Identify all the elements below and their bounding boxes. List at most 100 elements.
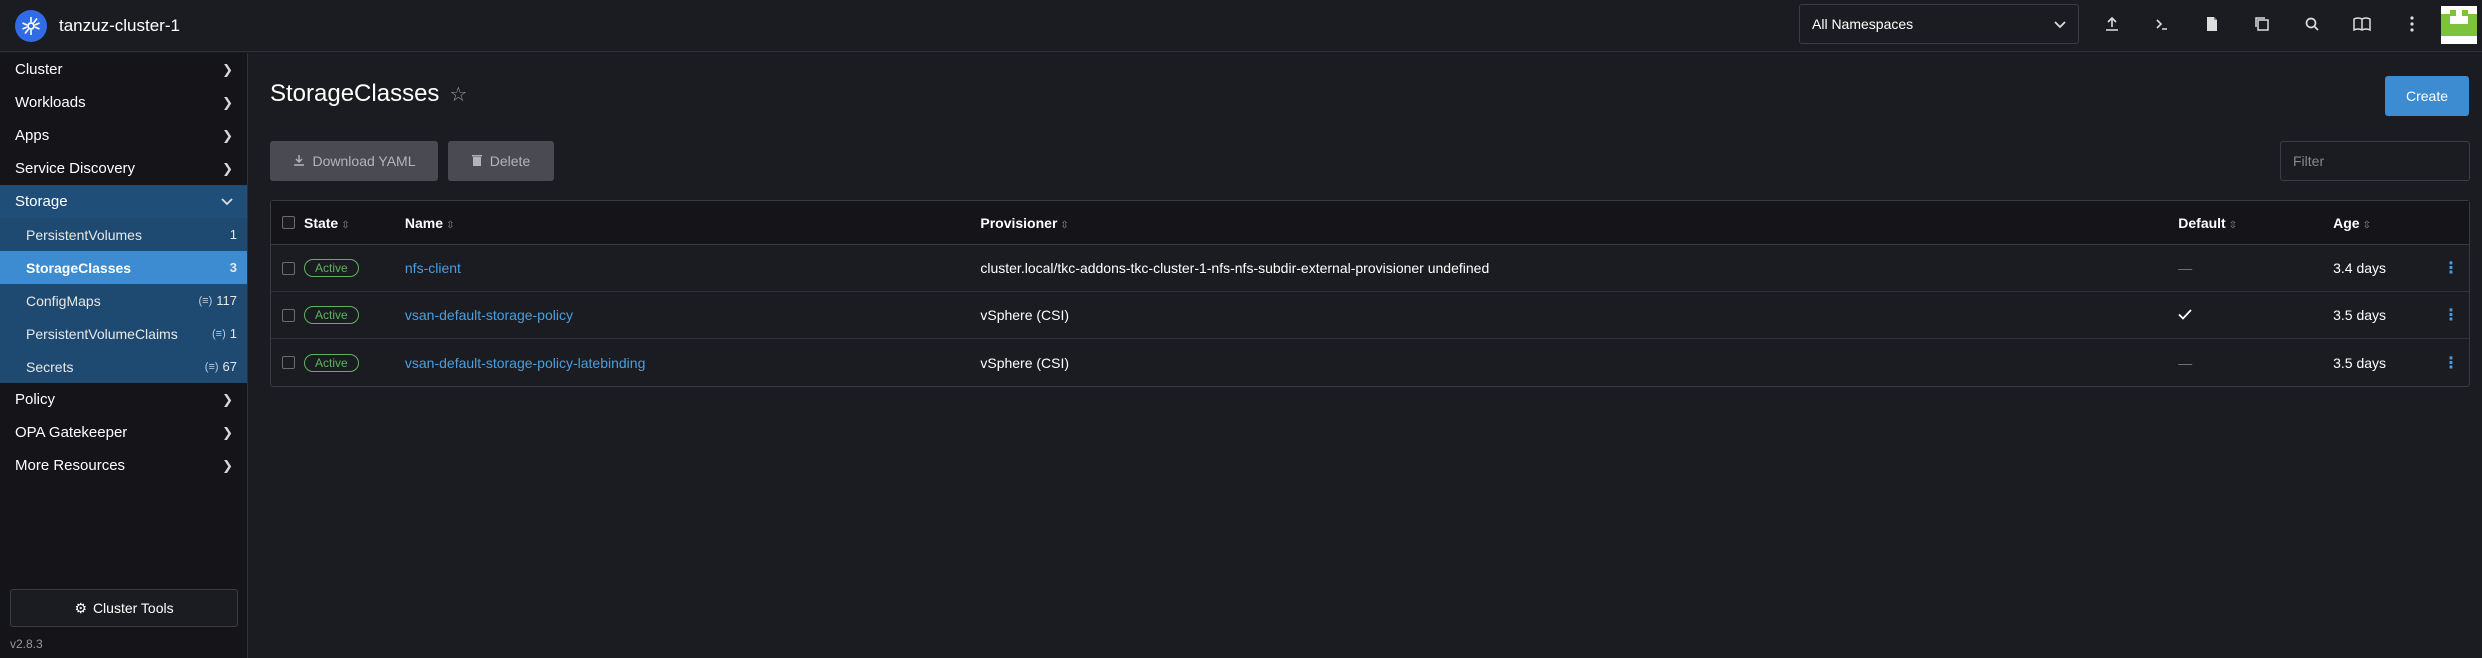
- sidebar-item-label: PersistentVolumes: [26, 226, 142, 243]
- star-icon[interactable]: ☆: [449, 82, 467, 107]
- page-title-text: StorageClasses: [270, 80, 440, 107]
- chevron-right-icon: ❯: [222, 424, 233, 440]
- sidebar-item-service-discovery[interactable]: Service Discovery ❯: [0, 152, 247, 185]
- sidebar-item-apps[interactable]: Apps ❯: [0, 119, 247, 152]
- download-yaml-button[interactable]: Download YAML: [270, 141, 438, 181]
- namespaced-icon: (≡): [204, 360, 219, 373]
- book-icon[interactable]: [2337, 4, 2387, 44]
- sidebar-item-storage[interactable]: Storage: [0, 185, 247, 218]
- sidebar: Cluster ❯ Workloads ❯ Apps ❯ Service Dis…: [0, 53, 248, 658]
- column-header-provisioner[interactable]: Provisioner ⇳: [980, 215, 2178, 231]
- chevron-down-icon: [2054, 16, 2066, 32]
- sidebar-item-label: OPA Gatekeeper: [15, 424, 128, 441]
- brand: tanzuz-cluster-1: [0, 9, 250, 42]
- upload-icon[interactable]: [2087, 4, 2137, 44]
- download-yaml-label: Download YAML: [312, 153, 416, 169]
- row-actions-cell: ⋮: [2433, 305, 2469, 325]
- name-cell: nfs-client: [405, 260, 980, 276]
- terminal-icon[interactable]: [2137, 4, 2187, 44]
- chevron-right-icon: ❯: [222, 457, 233, 473]
- checkmark-icon: [2178, 307, 2192, 323]
- delete-button[interactable]: Delete: [448, 141, 554, 181]
- chevron-right-icon: ❯: [222, 160, 233, 176]
- cluster-tools-button[interactable]: ⚙ Cluster Tools: [10, 589, 238, 627]
- row-checkbox[interactable]: [282, 356, 295, 369]
- sort-icon: ⇳: [1060, 219, 1069, 231]
- version-label: v2.8.3: [10, 637, 43, 651]
- provisioner-cell: vSphere (CSI): [980, 354, 1070, 371]
- sidebar-item-secrets[interactable]: Secrets (≡) 67: [0, 350, 247, 383]
- column-header-default[interactable]: Default ⇳: [2178, 215, 2333, 231]
- row-checkbox[interactable]: [282, 261, 295, 275]
- sidebar-item-label: More Resources: [15, 457, 126, 474]
- row-actions-cell: ⋮: [2433, 258, 2469, 278]
- default-cell: [2178, 307, 2333, 323]
- name-cell: vsan-default-storage-policy: [405, 307, 980, 323]
- more-vertical-icon[interactable]: ⋮: [2443, 305, 2459, 325]
- sidebar-item-policy[interactable]: Policy ❯: [0, 383, 247, 416]
- sidebar-item-label: Secrets: [26, 358, 74, 375]
- resource-link[interactable]: nfs-client: [405, 260, 461, 276]
- state-cell: Active: [303, 353, 405, 372]
- sidebar-item-label: Cluster: [15, 61, 63, 78]
- sidebar-item-label: StorageClasses: [26, 259, 132, 276]
- copy-config-icon[interactable]: [2237, 4, 2287, 44]
- header-icon-bar: [2087, 4, 2437, 44]
- select-all-checkbox[interactable]: [282, 216, 295, 229]
- cluster-tools-label: Cluster Tools: [92, 600, 174, 616]
- default-cell: —: [2178, 260, 2193, 276]
- sort-icon: ⇳: [2362, 219, 2371, 231]
- kubernetes-logo-icon[interactable]: [15, 9, 47, 42]
- table-row: Active vsan-default-storage-policy-lateb…: [271, 339, 2469, 386]
- sidebar-item-persistentvolumeclaims[interactable]: PersistentVolumeClaims (≡) 1: [0, 317, 247, 350]
- chevron-right-icon: ❯: [222, 61, 233, 77]
- select-all-cell: [271, 216, 304, 229]
- more-vertical-icon[interactable]: ⋮: [2443, 353, 2459, 373]
- create-button[interactable]: Create: [2385, 76, 2469, 116]
- status-badge: Active: [303, 306, 359, 324]
- chevron-right-icon: ❯: [222, 94, 233, 110]
- sort-icon: ⇳: [2228, 219, 2238, 231]
- row-checkbox[interactable]: [282, 308, 295, 322]
- sidebar-item-more-resources[interactable]: More Resources ❯: [0, 449, 247, 482]
- sidebar-item-count: (≡) 1: [212, 326, 237, 341]
- sidebar-item-label: Apps: [15, 127, 50, 144]
- sidebar-item-storageclasses[interactable]: StorageClasses 3: [0, 251, 247, 284]
- sidebar-item-persistentvolumes[interactable]: PersistentVolumes 1: [0, 218, 247, 251]
- table-header: State ⇳ Name ⇳ Provisioner ⇳ Default ⇳ Age ⇳: [271, 201, 2469, 245]
- resource-link[interactable]: vsan-default-storage-policy: [405, 307, 573, 323]
- chevron-right-icon: ❯: [222, 127, 233, 143]
- header-actions: All Namespaces: [1799, 4, 2437, 44]
- column-header-state[interactable]: State ⇳: [304, 215, 405, 231]
- more-vertical-icon[interactable]: ⋮: [2443, 258, 2459, 278]
- sort-icon: ⇳: [446, 219, 455, 231]
- sidebar-item-configmaps[interactable]: ConfigMaps (≡) 117: [0, 284, 247, 317]
- state-cell: Active: [303, 259, 405, 277]
- more-vertical-icon[interactable]: [2387, 4, 2437, 44]
- sidebar-item-opa-gatekeeper[interactable]: OPA Gatekeeper ❯: [0, 416, 247, 449]
- search-icon[interactable]: [2287, 4, 2337, 44]
- page-title: StorageClasses ☆: [270, 80, 467, 108]
- namespace-select-value: All Namespaces: [1812, 16, 1914, 32]
- avatar[interactable]: [2441, 6, 2477, 44]
- namespaced-icon: (≡): [198, 294, 213, 307]
- status-badge: Active: [303, 259, 359, 277]
- resource-link[interactable]: vsan-default-storage-policy-latebinding: [405, 355, 645, 371]
- file-icon[interactable]: [2187, 4, 2237, 44]
- sidebar-item-label: ConfigMaps: [26, 292, 101, 309]
- sidebar-item-workloads[interactable]: Workloads ❯: [0, 86, 247, 119]
- trash-icon: [471, 153, 482, 169]
- namespace-select[interactable]: All Namespaces: [1799, 4, 2079, 44]
- chevron-right-icon: ❯: [222, 391, 233, 407]
- sidebar-item-count: (≡) 117: [198, 293, 237, 308]
- row-select-cell: [271, 261, 304, 275]
- column-header-name[interactable]: Name ⇳: [405, 215, 980, 231]
- sidebar-item-cluster[interactable]: Cluster ❯: [0, 53, 247, 86]
- column-header-age[interactable]: Age ⇳: [2333, 215, 2433, 231]
- status-badge: Active: [303, 353, 359, 372]
- namespaced-icon: (≡): [212, 327, 226, 340]
- filter-input[interactable]: Filter: [2280, 141, 2470, 181]
- default-cell: —: [2178, 354, 2193, 371]
- age-cell: 3.4 days: [2333, 260, 2387, 276]
- row-actions-cell: ⋮: [2433, 353, 2469, 373]
